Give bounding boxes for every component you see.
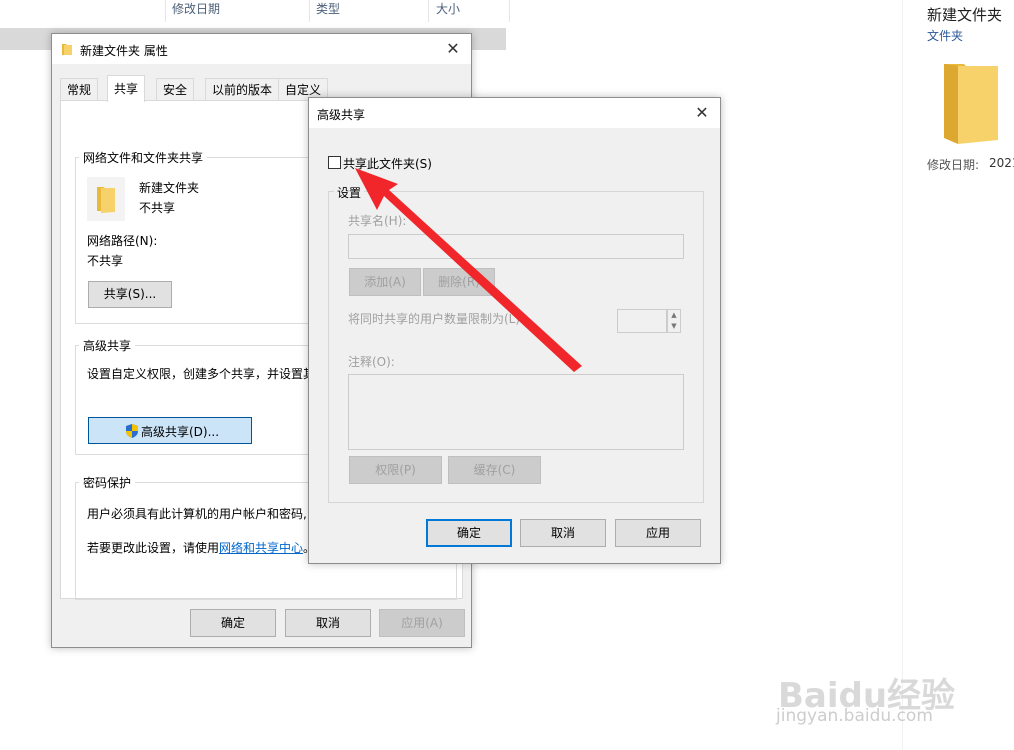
baidu-watermark-url: jingyan.baidu.com xyxy=(776,706,933,726)
tab-sharing[interactable]: 共享 xyxy=(107,75,146,102)
annotation-arrow xyxy=(355,168,582,372)
red-arrow-shape xyxy=(355,168,582,372)
